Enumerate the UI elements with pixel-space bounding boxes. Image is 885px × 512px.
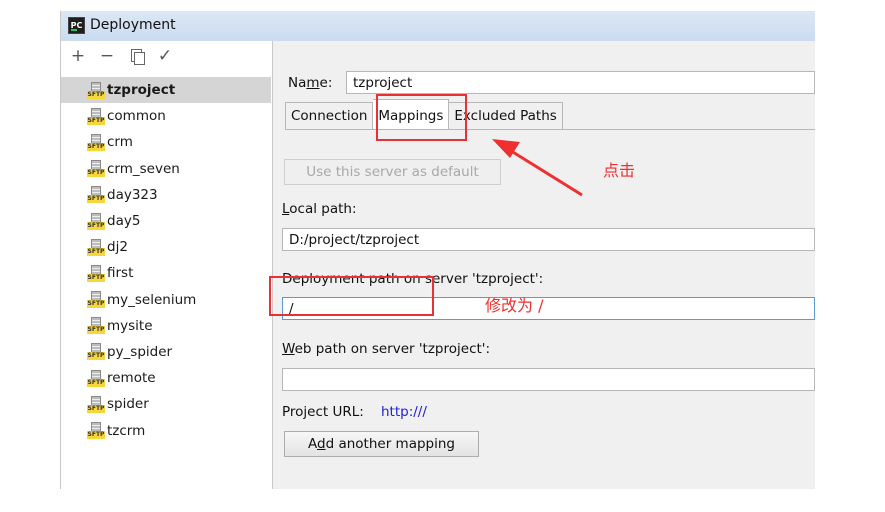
red-arrow-icon <box>492 139 583 197</box>
